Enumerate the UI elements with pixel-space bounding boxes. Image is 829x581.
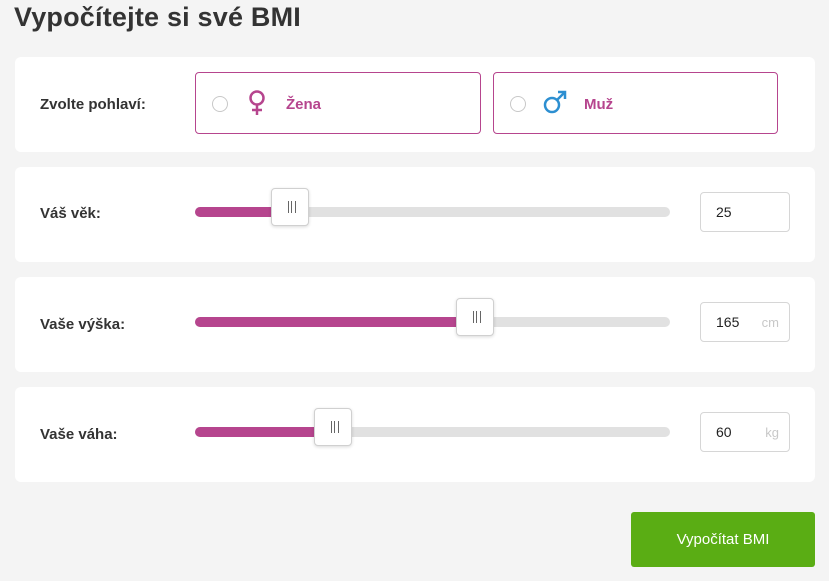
gender-option-male[interactable]: Muž (493, 72, 778, 134)
height-card: Vaše výška: 165 cm (15, 277, 815, 372)
height-label: Vaše výška: (40, 316, 126, 333)
grip-icon (473, 311, 482, 323)
weight-unit: kg (765, 425, 779, 440)
height-slider-track[interactable] (195, 298, 670, 336)
gender-label: Zvolte pohlaví: (40, 96, 146, 113)
height-value: 165 (716, 314, 740, 330)
weight-value: 60 (716, 424, 732, 440)
weight-slider-track[interactable] (195, 408, 670, 446)
male-radio[interactable] (510, 96, 526, 112)
age-card: Váš věk: 25 (15, 167, 815, 262)
female-label: Žena (286, 96, 322, 113)
calculate-bmi-button[interactable]: Vypočítat BMI (631, 512, 815, 567)
age-slider-handle[interactable] (271, 188, 309, 226)
age-slider-track[interactable] (195, 188, 670, 226)
age-input[interactable]: 25 (700, 192, 790, 232)
height-slider-handle[interactable] (456, 298, 495, 336)
page-title: Vypočítejte si své BMI (14, 2, 302, 32)
gender-card: Zvolte pohlaví: Žena Muž (15, 57, 815, 152)
age-value: 25 (716, 204, 732, 220)
gender-option-female[interactable]: Žena (195, 72, 481, 134)
grip-icon (288, 201, 296, 213)
grip-icon (330, 421, 339, 433)
height-input[interactable]: 165 cm (700, 302, 790, 342)
age-label: Váš věk: (40, 205, 101, 222)
female-symbol-icon (249, 90, 265, 115)
female-radio[interactable] (212, 96, 228, 112)
height-unit: cm (761, 315, 779, 330)
male-symbol-icon (543, 90, 567, 114)
height-slider-fill (195, 317, 476, 327)
weight-label: Vaše váha: (40, 426, 118, 443)
weight-slider-fill (195, 427, 333, 437)
weight-input[interactable]: 60 kg (700, 412, 790, 452)
weight-card: Vaše váha: 60 kg (15, 387, 815, 482)
weight-slider-handle[interactable] (313, 408, 352, 446)
male-label: Muž (584, 96, 614, 113)
